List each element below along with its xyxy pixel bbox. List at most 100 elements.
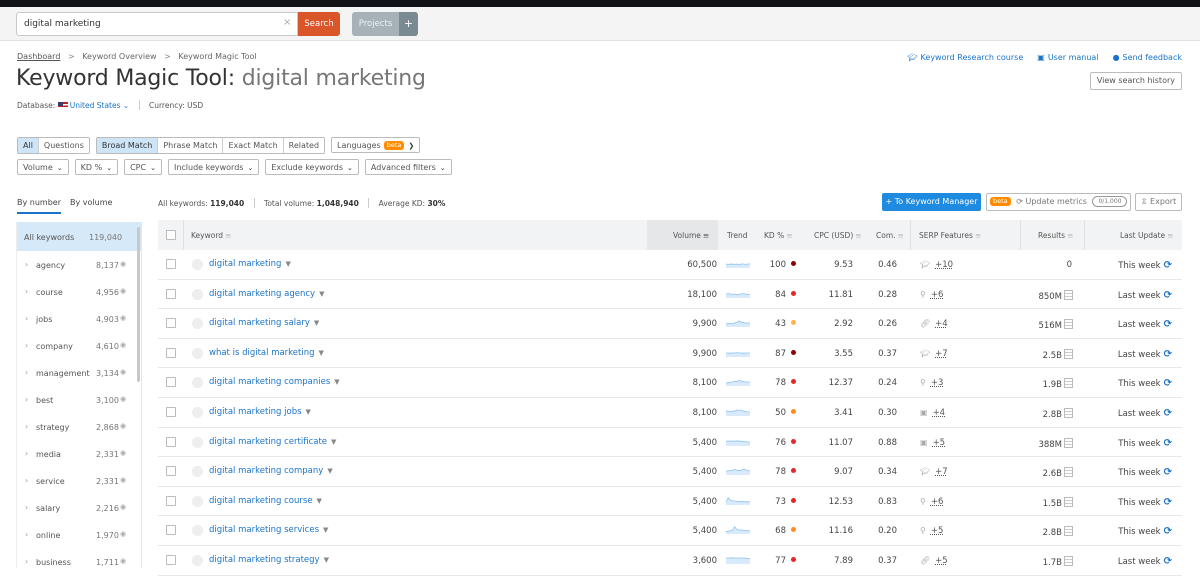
volume-filter[interactable]: Volume ⌄ xyxy=(17,159,69,175)
chevron-right-icon[interactable]: › xyxy=(25,395,28,404)
sidebar-item-all-keywords[interactable]: All keywords 119,040 xyxy=(17,222,141,251)
keyword-link[interactable]: digital marketing certificate ▼ xyxy=(209,437,336,447)
serp-features-more[interactable]: +6 xyxy=(931,497,944,507)
keyword-research-course-link[interactable]: 🎓︎ Keyword Research course xyxy=(907,53,1023,62)
serp-snapshot-icon[interactable] xyxy=(1064,467,1073,478)
header-com[interactable]: Com. ≡ xyxy=(876,231,904,240)
caret-down-icon[interactable]: ▼ xyxy=(317,497,322,505)
serp-snapshot-icon[interactable] xyxy=(1064,289,1073,300)
row-checkbox[interactable] xyxy=(166,436,176,447)
row-checkbox[interactable] xyxy=(166,495,176,506)
row-checkbox[interactable] xyxy=(166,466,176,477)
refresh-icon[interactable]: ⟳ xyxy=(1164,408,1172,419)
exclude-keywords-filter[interactable]: Exclude keywords ⌄ xyxy=(265,159,359,175)
chevron-right-icon[interactable]: › xyxy=(25,449,28,458)
serp-snapshot-icon[interactable] xyxy=(1064,437,1073,448)
caret-down-icon[interactable]: ▼ xyxy=(314,319,319,327)
eye-icon[interactable]: ◉ xyxy=(120,314,126,322)
serp-features-more[interactable]: +6 xyxy=(931,290,944,300)
chevron-right-icon[interactable]: › xyxy=(25,422,28,431)
caret-down-icon[interactable]: ▼ xyxy=(334,378,339,386)
refresh-icon[interactable]: ⟳ xyxy=(1164,349,1172,360)
serp-snapshot-icon[interactable] xyxy=(1064,526,1073,537)
keyword-link[interactable]: digital marketing salary ▼ xyxy=(209,318,319,328)
sidebar-item-group[interactable]: › agency 8,137 ◉ xyxy=(17,251,141,278)
serp-snapshot-icon[interactable] xyxy=(1064,496,1073,507)
keyword-link[interactable]: digital marketing company ▼ xyxy=(209,466,333,476)
serp-features-more[interactable]: +3 xyxy=(931,378,944,388)
serp-features-more[interactable]: +5 xyxy=(931,526,944,536)
eye-icon[interactable]: ◉ xyxy=(120,422,126,430)
refresh-icon[interactable]: ⟳ xyxy=(1164,378,1172,389)
sidebar-item-group[interactable]: › salary 2,216 ◉ xyxy=(17,494,141,521)
user-manual-link[interactable]: ▣ User manual xyxy=(1037,53,1098,62)
tab-broad-match[interactable]: Broad Match xyxy=(96,138,159,153)
serp-features-more[interactable]: +4 xyxy=(935,319,948,329)
header-keyword[interactable]: Keyword ≡ xyxy=(191,231,231,240)
caret-down-icon[interactable]: ▼ xyxy=(331,438,336,446)
sidebar-item-group[interactable]: › online 1,970 ◉ xyxy=(17,521,141,548)
sidebar-scrollbar[interactable] xyxy=(137,227,140,382)
caret-down-icon[interactable]: ▼ xyxy=(319,349,324,357)
projects-button[interactable]: Projects xyxy=(352,12,399,36)
add-project-button[interactable]: + xyxy=(399,12,418,36)
caret-down-icon[interactable]: ▼ xyxy=(327,467,332,475)
header-kd[interactable]: KD % ≡ xyxy=(764,231,793,240)
clear-icon[interactable]: × xyxy=(283,17,291,28)
eye-icon[interactable]: ◉ xyxy=(120,530,126,538)
serp-features-more[interactable]: +4 xyxy=(933,408,946,418)
header-volume[interactable]: Volume ≡ xyxy=(673,231,709,240)
chevron-right-icon[interactable]: › xyxy=(25,341,28,350)
advanced-filters[interactable]: Advanced filters ⌄ xyxy=(364,159,452,175)
sidebar-item-group[interactable]: › course 4,956 ◉ xyxy=(17,278,141,305)
chevron-right-icon[interactable]: › xyxy=(25,557,28,566)
eye-icon[interactable]: ◉ xyxy=(120,287,126,295)
serp-features-more[interactable]: +10 xyxy=(935,260,953,270)
tab-exact-match[interactable]: Exact Match xyxy=(223,138,284,153)
search-button[interactable]: Search xyxy=(298,12,340,36)
serp-features-more[interactable]: +7 xyxy=(935,349,948,359)
eye-icon[interactable]: ◉ xyxy=(120,449,126,457)
chevron-right-icon[interactable]: › xyxy=(25,530,28,539)
tab-related[interactable]: Related xyxy=(283,138,325,153)
row-checkbox[interactable] xyxy=(166,259,176,269)
row-checkbox[interactable] xyxy=(166,377,176,388)
serp-features-more[interactable]: +7 xyxy=(935,467,948,477)
select-all-checkbox[interactable] xyxy=(166,230,176,240)
refresh-icon[interactable]: ⟳ xyxy=(1164,467,1172,478)
row-checkbox[interactable] xyxy=(166,288,176,299)
update-metrics-button[interactable]: beta ⟳ Update metrics 0/1,000 xyxy=(986,193,1131,211)
keyword-link[interactable]: digital marketing agency ▼ xyxy=(209,289,324,299)
tab-all[interactable]: All xyxy=(18,138,39,153)
caret-down-icon[interactable]: ▼ xyxy=(306,408,311,416)
database-selector[interactable]: United States ⌄ xyxy=(57,101,132,110)
chevron-right-icon[interactable]: › xyxy=(25,260,28,269)
header-cpc[interactable]: CPC (USD) ≡ xyxy=(814,231,862,240)
eye-icon[interactable]: ◉ xyxy=(120,557,126,565)
eye-icon[interactable]: ◉ xyxy=(120,503,126,511)
refresh-icon[interactable]: ⟳ xyxy=(1164,260,1172,271)
sidebar-item-group[interactable]: › business 1,711 ◉ xyxy=(17,548,141,575)
refresh-icon[interactable]: ⟳ xyxy=(1164,556,1172,567)
refresh-icon[interactable]: ⟳ xyxy=(1164,290,1172,301)
keyword-link[interactable]: digital marketing strategy ▼ xyxy=(209,555,329,565)
row-checkbox[interactable] xyxy=(166,347,176,358)
eye-icon[interactable]: ◉ xyxy=(120,476,126,484)
serp-features-more[interactable]: +5 xyxy=(935,556,948,566)
eye-icon[interactable]: ◉ xyxy=(120,368,126,376)
caret-down-icon[interactable]: ▼ xyxy=(324,556,329,564)
refresh-icon[interactable]: ⟳ xyxy=(1164,497,1172,508)
breadcrumb-dashboard[interactable]: Dashboard xyxy=(17,52,60,61)
sidebar-item-group[interactable]: › service 2,331 ◉ xyxy=(17,467,141,494)
keyword-link[interactable]: digital marketing jobs ▼ xyxy=(209,407,311,417)
tab-questions[interactable]: Questions xyxy=(38,138,89,153)
chevron-right-icon[interactable]: › xyxy=(25,503,28,512)
export-button[interactable]: ⇫ Export xyxy=(1135,193,1182,211)
kd-filter[interactable]: KD % ⌄ xyxy=(74,159,119,175)
header-last-update[interactable]: Last Update ≡ xyxy=(1120,231,1173,240)
serp-snapshot-icon[interactable] xyxy=(1064,348,1073,359)
sidebar-item-group[interactable]: › best 3,100 ◉ xyxy=(17,386,141,413)
view-search-history-button[interactable]: View search history xyxy=(1089,72,1182,90)
search-input[interactable]: digital marketing xyxy=(16,12,298,36)
keyword-link[interactable]: digital marketing services ▼ xyxy=(209,525,328,535)
